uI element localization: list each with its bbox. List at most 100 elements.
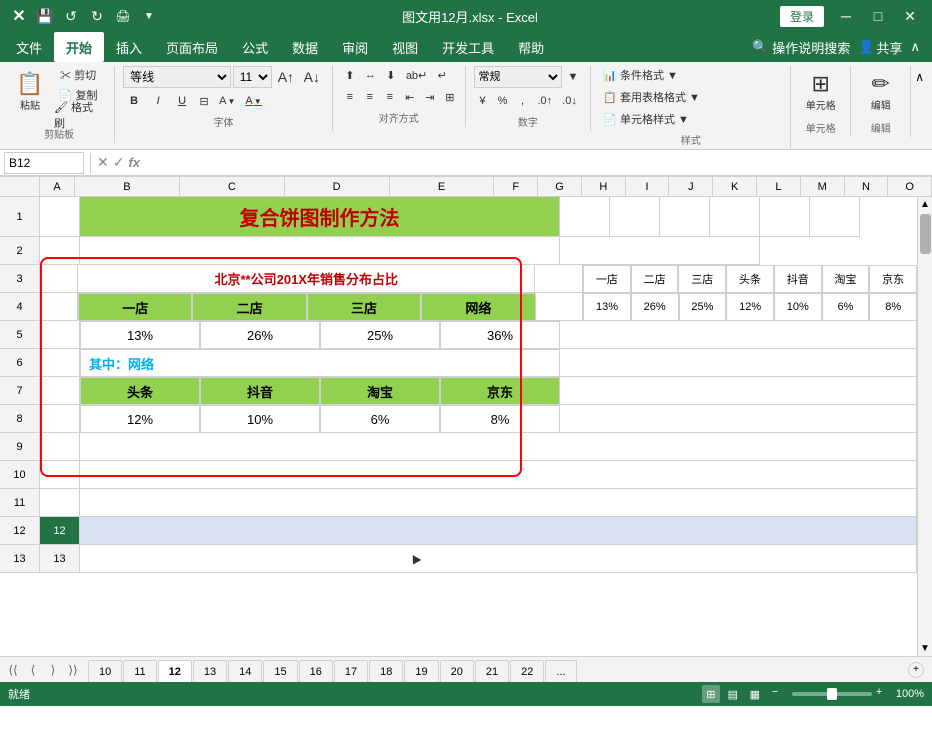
close-button[interactable]: ✕: [896, 5, 924, 27]
cell-styles-button[interactable]: 📄 单元格样式 ▼: [599, 110, 693, 128]
cell-a2[interactable]: [40, 237, 80, 265]
decrease-indent-button[interactable]: ⇤: [401, 88, 419, 106]
menu-view[interactable]: 视图: [380, 32, 430, 62]
share-button[interactable]: 👤 共享: [858, 38, 902, 57]
align-right-button[interactable]: ≡: [381, 88, 399, 106]
mini-h-yidian[interactable]: 一店: [583, 265, 631, 293]
cell-a1[interactable]: [40, 197, 80, 237]
merge-cells-button[interactable]: ⊞: [441, 88, 459, 106]
mini-h-douyin[interactable]: 抖音: [774, 265, 822, 293]
sheet-tab-16[interactable]: 16: [299, 660, 333, 682]
cell-f1[interactable]: [560, 197, 610, 237]
cell-rest-r6[interactable]: [560, 349, 917, 377]
print-preview-icon[interactable]: 🖨: [112, 5, 134, 27]
increase-indent-button[interactable]: ⇥: [421, 88, 439, 106]
menu-insert[interactable]: 插入: [104, 32, 154, 62]
mini-v-erdian[interactable]: 26%: [631, 293, 679, 321]
sheet-tab-20[interactable]: 20: [440, 660, 474, 682]
customize-icon[interactable]: ▼: [138, 5, 160, 27]
sheet-next-button[interactable]: ⟩: [44, 661, 62, 679]
sheet-tab-22[interactable]: 22: [510, 660, 544, 682]
cell-g1[interactable]: [610, 197, 660, 237]
increase-decimal-button[interactable]: .0↑: [534, 92, 557, 110]
sheet-tab-more[interactable]: ...: [545, 660, 576, 682]
sheet-tab-21[interactable]: 21: [475, 660, 509, 682]
col-header-h[interactable]: H: [582, 177, 626, 197]
menu-help[interactable]: 帮助: [506, 32, 556, 62]
cell-e5[interactable]: 36%: [440, 321, 560, 349]
cut-button[interactable]: ✂ 剪切: [50, 66, 106, 84]
row-num-6[interactable]: 6: [0, 349, 40, 377]
fill-color-button[interactable]: A▼: [215, 92, 239, 110]
editing-button[interactable]: ✏ 编辑: [863, 66, 899, 118]
cell-f3[interactable]: [535, 265, 583, 293]
col-header-f[interactable]: F: [494, 177, 538, 197]
mini-v-toutiao[interactable]: 12%: [726, 293, 774, 321]
cell-rest-r12[interactable]: [80, 517, 917, 544]
sheet-tab-19[interactable]: 19: [404, 660, 438, 682]
italic-button[interactable]: I: [147, 92, 169, 110]
cell-i1[interactable]: [710, 197, 760, 237]
row-num-8[interactable]: 8: [0, 405, 40, 433]
format-painter-button[interactable]: 🖌 格式刷: [50, 106, 106, 124]
col-header-b[interactable]: B: [75, 177, 180, 197]
row-num-4[interactable]: 4: [0, 293, 40, 321]
align-middle-button[interactable]: ↔: [361, 66, 380, 84]
save-icon[interactable]: 💾: [34, 5, 56, 27]
cell-rest-r13[interactable]: [80, 545, 917, 572]
mini-v-taobao[interactable]: 6%: [822, 293, 870, 321]
col-header-a[interactable]: A: [40, 177, 75, 197]
align-top-button[interactable]: ⬆: [341, 66, 359, 84]
search-label[interactable]: 🔍 操作说明搜索: [752, 38, 850, 57]
normal-view-button[interactable]: ⊞: [702, 685, 720, 703]
sheet-tab-13[interactable]: 13: [193, 660, 227, 682]
cell-d7[interactable]: 淘宝: [320, 377, 440, 405]
menu-page-layout[interactable]: 页面布局: [154, 32, 230, 62]
sheet-tab-10[interactable]: 10: [88, 660, 122, 682]
row-num-11[interactable]: 11: [0, 489, 40, 517]
cell-c4[interactable]: 二店: [192, 293, 306, 321]
cell-a5[interactable]: [40, 321, 80, 349]
paste-button[interactable]: 📋 粘贴: [12, 66, 48, 118]
menu-data[interactable]: 数据: [280, 32, 330, 62]
cell-b2e2[interactable]: [80, 237, 560, 265]
cell-e4[interactable]: 网络: [421, 293, 535, 321]
cell-b3e3-title[interactable]: 北京**公司201X年销售分布占比: [78, 265, 535, 293]
page-break-button[interactable]: ▦: [746, 685, 764, 703]
mini-v-douyin[interactable]: 10%: [774, 293, 822, 321]
cell-merged-b1e1[interactable]: 复合饼图制作方法: [80, 197, 560, 237]
excel-icon[interactable]: ✕: [8, 5, 30, 27]
cell-b7[interactable]: 头条: [80, 377, 200, 405]
sheet-last-button[interactable]: ⟩⟩: [64, 661, 82, 679]
cell-d5[interactable]: 25%: [320, 321, 440, 349]
decrease-decimal-button[interactable]: .0↓: [558, 92, 581, 110]
wrap-text-button[interactable]: ↵: [433, 66, 451, 84]
cell-j1[interactable]: [760, 197, 810, 237]
cell-e8[interactable]: 8%: [440, 405, 560, 433]
sheet-tab-11[interactable]: 11: [123, 660, 156, 682]
scroll-down-button[interactable]: ▼: [918, 641, 932, 656]
comma-button[interactable]: ,: [514, 92, 532, 110]
cell-b5[interactable]: 13%: [80, 321, 200, 349]
sheet-tab-12-active[interactable]: 12: [158, 660, 192, 682]
sheet-tab-14[interactable]: 14: [228, 660, 262, 682]
text-direction-button[interactable]: ab↵: [402, 66, 431, 84]
cancel-formula-icon[interactable]: ✕: [97, 154, 109, 171]
mini-h-sandian[interactable]: 三店: [678, 265, 726, 293]
align-bottom-button[interactable]: ⬇: [382, 66, 400, 84]
row-num-5[interactable]: 5: [0, 321, 40, 349]
bold-button[interactable]: B: [123, 92, 145, 110]
mini-h-toutiao[interactable]: 头条: [726, 265, 774, 293]
cell-reference[interactable]: B12: [4, 152, 84, 174]
row-num-9[interactable]: 9: [0, 433, 40, 461]
cell-a6[interactable]: [40, 349, 80, 377]
add-sheet-button[interactable]: +: [908, 662, 924, 678]
ribbon-collapse-button[interactable]: ∧: [911, 66, 928, 88]
currency-button[interactable]: ¥: [474, 92, 492, 110]
mini-v-yidian[interactable]: 13%: [583, 293, 631, 321]
cell-rest-r11[interactable]: [80, 489, 917, 516]
cell-f4[interactable]: [536, 293, 584, 321]
col-header-e[interactable]: E: [390, 177, 495, 197]
border-button[interactable]: ⊟: [195, 92, 213, 110]
cell-b4[interactable]: 一店: [78, 293, 192, 321]
